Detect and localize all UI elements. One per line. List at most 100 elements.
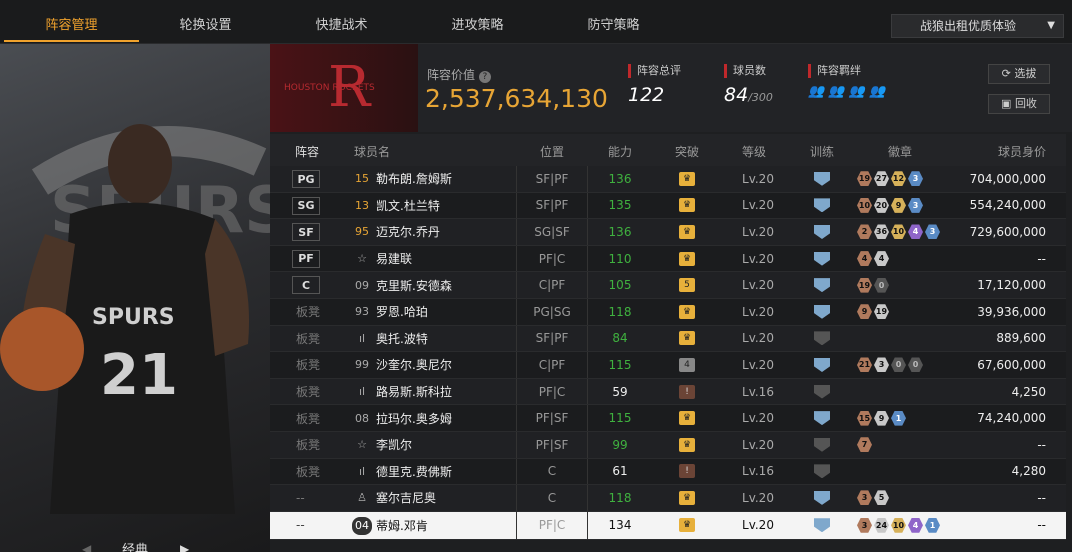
row-role: PG bbox=[292, 170, 320, 188]
player-name: 路易斯.斯科拉 bbox=[376, 385, 452, 400]
breakthrough-badge: ♛ bbox=[675, 512, 699, 539]
select-button[interactable]: ⟳ 选拔 bbox=[988, 64, 1050, 84]
breakthrough-badge: ♛ bbox=[675, 246, 699, 272]
breakthrough-badge: ♛ bbox=[675, 485, 699, 511]
training-icon bbox=[810, 459, 834, 485]
player-name: 迈克尔.乔丹 bbox=[376, 225, 440, 240]
table-row[interactable]: PG 15 勒布朗.詹姆斯 SF|PF 136 ♛ Lv.20 19 27 12 3 704,000,… bbox=[270, 166, 1066, 193]
crown-icon: ♛ bbox=[679, 251, 695, 266]
chevron-down-icon: ▼ bbox=[1047, 20, 1055, 31]
next-arrow-icon[interactable]: ▶ bbox=[180, 542, 189, 552]
table-row[interactable]: 板凳 93 罗恩.哈珀 PG|SG 118 ♛ Lv.20 9 19 39,936,000 bbox=[270, 298, 1066, 326]
badge-icon: 2 bbox=[857, 224, 872, 240]
player-name: 勒布朗.詹姆斯 bbox=[376, 172, 452, 187]
table-row[interactable]: SF 95 迈克尔.乔丹 SG|SF 136 ♛ Lv.20 2 36 10 4 3 729,600,0… bbox=[270, 219, 1066, 246]
breakthrough-badge: 5 bbox=[675, 272, 699, 298]
table-row[interactable]: -- 04 蒂姆.邓肯 PF|C 134 ♛ Lv.20 3 24 10 4 1 -- bbox=[270, 511, 1066, 540]
jersey-number: 99 bbox=[355, 358, 369, 372]
player-ability: 118 bbox=[608, 304, 632, 319]
crown-icon: ! bbox=[679, 384, 695, 399]
crown-icon: 4 bbox=[679, 357, 695, 372]
badge-icon: 27 bbox=[874, 171, 889, 187]
badge-icon: 0 bbox=[891, 357, 906, 373]
player-name: 塞尔吉尼奥 bbox=[376, 491, 437, 506]
row-role: 板凳 bbox=[296, 331, 321, 346]
tab-rotation[interactable]: 轮换设置 bbox=[138, 0, 273, 42]
training-icon bbox=[810, 432, 834, 458]
badge-icon: 9 bbox=[874, 410, 889, 426]
player-position: C bbox=[516, 485, 588, 511]
table-row[interactable]: -- ♙ 塞尔吉尼奥 C 118 ♛ Lv.20 3 5 -- bbox=[270, 485, 1066, 512]
table-row[interactable]: 板凳 08 拉玛尔.奥多姆 PF|SF 115 ♛ Lv.20 15 9 1 74,240,000 bbox=[270, 405, 1066, 432]
table-row[interactable]: 板凳 ☆ 李凯尔 PF|SF 99 ♛ Lv.20 7 -- bbox=[270, 431, 1066, 459]
player-position: PG|SG bbox=[516, 298, 588, 325]
training-icon bbox=[810, 193, 834, 219]
row-role: 板凳 bbox=[296, 305, 321, 320]
player-level: Lv.16 bbox=[742, 464, 774, 479]
lineup-dropdown[interactable]: 战狼出租优质体验 ▼ bbox=[891, 14, 1064, 38]
player-ability: 136 bbox=[608, 224, 632, 239]
player-position: PF|SF bbox=[516, 431, 588, 458]
player-ability: 99 bbox=[612, 437, 628, 452]
player-portrait-panel: SPURS 21 SPURS ◀ 经典 ▶ bbox=[0, 44, 270, 552]
badge-list: 2 36 10 4 3 bbox=[857, 219, 940, 245]
crown-icon: ♛ bbox=[679, 198, 695, 213]
training-icon bbox=[810, 166, 834, 192]
crown-icon: 5 bbox=[679, 278, 695, 293]
player-level: Lv.20 bbox=[742, 278, 774, 293]
dropdown-value: 战狼出租优质体验 bbox=[920, 19, 1017, 33]
shield-icon bbox=[814, 464, 830, 479]
player-ability: 134 bbox=[608, 518, 632, 533]
team-logo: R HOUSTON ROCKETS bbox=[270, 44, 418, 132]
player-position: PF|C bbox=[516, 378, 588, 405]
table-row[interactable]: 板凳 ıl 路易斯.斯科拉 PF|C 59! Lv.16 4,250 bbox=[270, 378, 1066, 406]
player-position: C bbox=[516, 458, 588, 485]
row-role: 板凳 bbox=[296, 385, 321, 400]
player-ability: 84 bbox=[612, 331, 628, 346]
player-ability: 136 bbox=[608, 171, 632, 186]
crown-icon: ♛ bbox=[679, 224, 695, 239]
player-ability: 110 bbox=[608, 251, 632, 266]
player-price: 729,600,000 bbox=[969, 224, 1046, 239]
badge-list: 44 bbox=[857, 246, 889, 272]
player-level: Lv.20 bbox=[742, 357, 774, 372]
table-row[interactable]: SG 13 凯文.杜兰特 SF|PF 135 ♛ Lv.20 10 20 9 3 554,240,00… bbox=[270, 192, 1066, 220]
table-row[interactable]: 板凳 99 沙奎尔.奥尼尔 C|PF 115 4 Lv.20 21 3 0 0 67,600,000 bbox=[270, 352, 1066, 379]
player-level: Lv.20 bbox=[742, 198, 774, 213]
tab-defense[interactable]: 防守策略 bbox=[546, 0, 681, 42]
table-row[interactable]: 板凳 ıl 奥托.波特 SF|PF 84 ♛ Lv.20 889,600 bbox=[270, 325, 1066, 353]
player-name: 凯文.杜兰特 bbox=[376, 198, 440, 213]
player-price: 704,000,000 bbox=[969, 171, 1046, 186]
crown-icon: ♛ bbox=[679, 490, 695, 505]
tab-lineup[interactable]: 阵容管理 bbox=[4, 0, 139, 42]
player-name: 沙奎尔.奥尼尔 bbox=[376, 358, 452, 373]
chemistry-icons: 👥 👥 👥 👥 bbox=[808, 84, 886, 99]
shield-icon bbox=[814, 490, 830, 505]
badge-list: 10 20 9 3 bbox=[857, 193, 923, 219]
badge-list: 3 24 10 4 1 bbox=[857, 512, 940, 539]
player-level: Lv.20 bbox=[742, 437, 774, 452]
tab-offense[interactable]: 进攻策略 bbox=[410, 0, 545, 42]
player-price: -- bbox=[1037, 490, 1046, 505]
player-level: Lv.20 bbox=[742, 411, 774, 426]
badge-icon: 12 bbox=[891, 171, 906, 187]
training-icon bbox=[810, 512, 834, 539]
training-icon bbox=[810, 405, 834, 431]
tab-quick-tactics[interactable]: 快捷战术 bbox=[274, 0, 409, 42]
player-name: 罗恩.哈珀 bbox=[376, 305, 428, 320]
table-row[interactable]: PF ☆ 易建联 PF|C 110 ♛ Lv.20 4 4 -- bbox=[270, 245, 1066, 273]
row-role: 板凳 bbox=[296, 464, 321, 479]
player-price: -- bbox=[1037, 437, 1046, 452]
row-role: SG bbox=[292, 196, 320, 215]
badge-icon: 24 bbox=[874, 517, 889, 533]
recycle-button[interactable]: ▣ 回收 bbox=[988, 94, 1050, 114]
table-row[interactable]: 板凳 ıl 德里克.费佛斯 C 61! Lv.16 4,280 bbox=[270, 458, 1066, 486]
badge-icon: 1 bbox=[925, 517, 940, 533]
lineup-value-label: 阵容价值 ? bbox=[427, 66, 491, 83]
badge-icon: 4 bbox=[908, 224, 923, 240]
shield-icon bbox=[814, 437, 830, 452]
table-row[interactable]: C 09 克里斯.安德森 C|PF 105 5 Lv.20 19 0 17,120,000 bbox=[270, 272, 1066, 299]
badge-icon: 21 bbox=[857, 357, 872, 373]
breakthrough-badge: ♛ bbox=[675, 193, 699, 219]
jersey-number: 08 bbox=[355, 411, 369, 425]
